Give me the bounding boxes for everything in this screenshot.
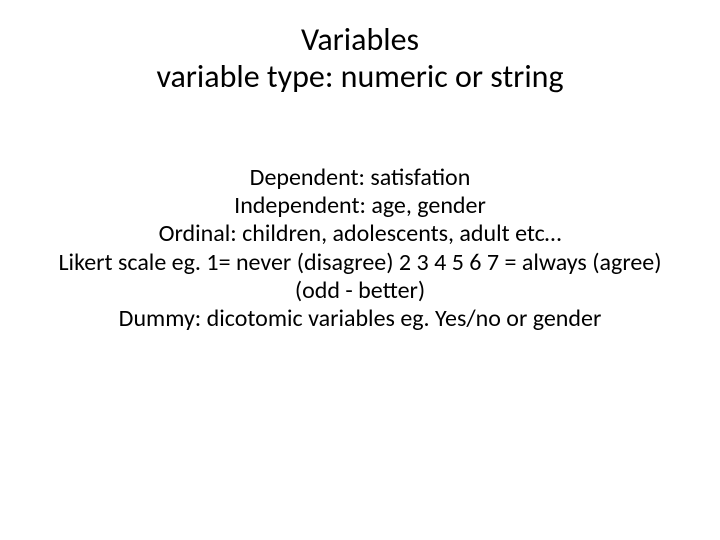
body-line-5: Dummy: dicotomic variables eg. Yes/no or… [50, 305, 670, 333]
title-line-2: variable type: numeric or string [50, 59, 670, 96]
title-line-1: Variables [50, 22, 670, 59]
body-line-1: Dependent: satisfation [50, 164, 670, 192]
slide: Variables variable type: numeric or stri… [0, 0, 720, 540]
body-line-3: Ordinal: children, adolescents, adult et… [50, 220, 670, 248]
body-line-2: Independent: age, gender [50, 192, 670, 220]
body-line-4: Likert scale eg. 1= never (disagree) 2 3… [50, 249, 670, 306]
slide-body: Dependent: satisfation Independent: age,… [50, 164, 670, 334]
slide-title: Variables variable type: numeric or stri… [50, 22, 670, 96]
